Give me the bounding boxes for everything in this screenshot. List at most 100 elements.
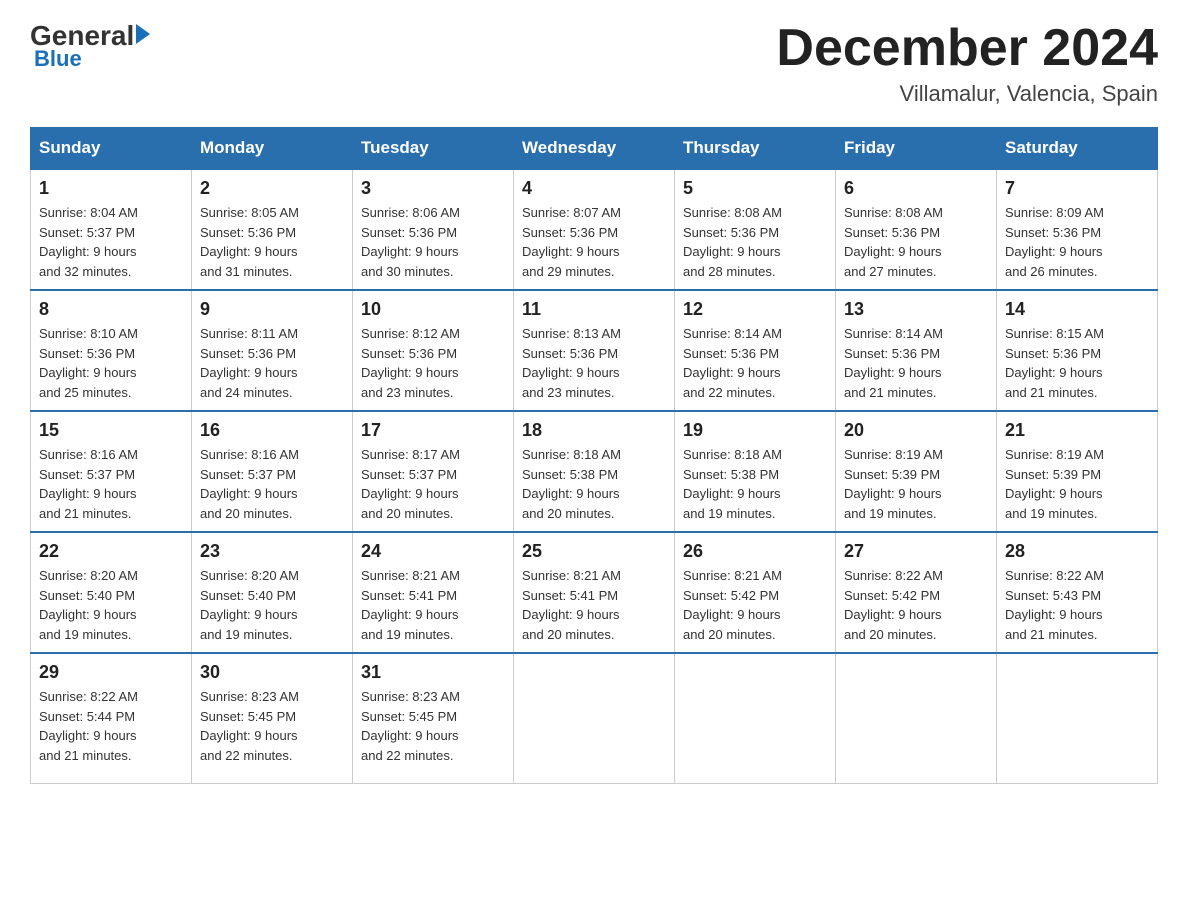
day-number: 29 — [39, 662, 183, 683]
day-info: Sunrise: 8:17 AMSunset: 5:37 PMDaylight:… — [361, 445, 505, 523]
day-number: 11 — [522, 299, 666, 320]
header-row: SundayMondayTuesdayWednesdayThursdayFrid… — [31, 128, 1158, 170]
day-info: Sunrise: 8:19 AMSunset: 5:39 PMDaylight:… — [1005, 445, 1149, 523]
logo-triangle-icon — [136, 24, 150, 44]
calendar-cell: 26Sunrise: 8:21 AMSunset: 5:42 PMDayligh… — [675, 532, 836, 653]
day-number: 6 — [844, 178, 988, 199]
calendar-cell: 22Sunrise: 8:20 AMSunset: 5:40 PMDayligh… — [31, 532, 192, 653]
day-number: 8 — [39, 299, 183, 320]
calendar-table: SundayMondayTuesdayWednesdayThursdayFrid… — [30, 127, 1158, 784]
calendar-cell: 25Sunrise: 8:21 AMSunset: 5:41 PMDayligh… — [514, 532, 675, 653]
calendar-cell: 17 Sunrise: 8:17 AMSunset: 5:37 PMDayligh… — [353, 411, 514, 532]
day-number: 27 — [844, 541, 988, 562]
day-info: Sunrise: 8:14 AMSunset: 5:36 PMDaylight:… — [844, 324, 988, 402]
calendar-cell: 29 Sunrise: 8:22 AMSunset: 5:44 PMDayligh… — [31, 653, 192, 783]
header-cell-tuesday: Tuesday — [353, 128, 514, 170]
day-info: Sunrise: 8:06 AMSunset: 5:36 PMDaylight:… — [361, 203, 505, 281]
calendar-cell: 31 Sunrise: 8:23 AMSunset: 5:45 PMDayligh… — [353, 653, 514, 783]
calendar-cell: 5 Sunrise: 8:08 AMSunset: 5:36 PMDaylight… — [675, 169, 836, 290]
week-row-3: 15Sunrise: 8:16 AMSunset: 5:37 PMDayligh… — [31, 411, 1158, 532]
day-info: Sunrise: 8:20 AMSunset: 5:40 PMDaylight:… — [200, 566, 344, 644]
calendar-cell: 20Sunrise: 8:19 AMSunset: 5:39 PMDayligh… — [836, 411, 997, 532]
calendar-cell: 11 Sunrise: 8:13 AMSunset: 5:36 PMDayligh… — [514, 290, 675, 411]
calendar-cell: 21Sunrise: 8:19 AMSunset: 5:39 PMDayligh… — [997, 411, 1158, 532]
week-row-5: 29 Sunrise: 8:22 AMSunset: 5:44 PMDayligh… — [31, 653, 1158, 783]
day-number: 5 — [683, 178, 827, 199]
header-cell-wednesday: Wednesday — [514, 128, 675, 170]
header-cell-sunday: Sunday — [31, 128, 192, 170]
day-number: 23 — [200, 541, 344, 562]
calendar-cell: 6 Sunrise: 8:08 AMSunset: 5:36 PMDaylight… — [836, 169, 997, 290]
day-info: Sunrise: 8:05 AMSunset: 5:36 PMDaylight:… — [200, 203, 344, 281]
logo: General Blue — [30, 20, 150, 72]
day-info: Sunrise: 8:08 AMSunset: 5:36 PMDaylight:… — [683, 203, 827, 281]
header-cell-friday: Friday — [836, 128, 997, 170]
day-number: 10 — [361, 299, 505, 320]
day-info: Sunrise: 8:16 AMSunset: 5:37 PMDaylight:… — [200, 445, 344, 523]
header-cell-thursday: Thursday — [675, 128, 836, 170]
week-row-1: 1Sunrise: 8:04 AMSunset: 5:37 PMDaylight… — [31, 169, 1158, 290]
calendar-cell: 9 Sunrise: 8:11 AMSunset: 5:36 PMDaylight… — [192, 290, 353, 411]
day-info: Sunrise: 8:21 AMSunset: 5:42 PMDaylight:… — [683, 566, 827, 644]
day-info: Sunrise: 8:09 AMSunset: 5:36 PMDaylight:… — [1005, 203, 1149, 281]
day-info: Sunrise: 8:22 AMSunset: 5:42 PMDaylight:… — [844, 566, 988, 644]
day-number: 17 — [361, 420, 505, 441]
day-info: Sunrise: 8:18 AMSunset: 5:38 PMDaylight:… — [683, 445, 827, 523]
day-number: 19 — [683, 420, 827, 441]
day-number: 28 — [1005, 541, 1149, 562]
title-block: December 2024 Villamalur, Valencia, Spai… — [776, 20, 1158, 107]
calendar-cell: 14Sunrise: 8:15 AMSunset: 5:36 PMDayligh… — [997, 290, 1158, 411]
week-row-4: 22 Sunrise: 8:20 AMSunset: 5:40 PMDayligh… — [31, 532, 1158, 653]
calendar-cell: 24Sunrise: 8:21 AMSunset: 5:41 PMDayligh… — [353, 532, 514, 653]
calendar-cell: 1Sunrise: 8:04 AMSunset: 5:37 PMDaylight… — [31, 169, 192, 290]
day-number: 12 — [683, 299, 827, 320]
location-subtitle: Villamalur, Valencia, Spain — [776, 81, 1158, 107]
header-cell-saturday: Saturday — [997, 128, 1158, 170]
calendar-cell: 30Sunrise: 8:23 AMSunset: 5:45 PMDayligh… — [192, 653, 353, 783]
day-info: Sunrise: 8:10 AMSunset: 5:36 PMDaylight:… — [39, 324, 183, 402]
day-number: 9 — [200, 299, 344, 320]
calendar-cell: 15Sunrise: 8:16 AMSunset: 5:37 PMDayligh… — [31, 411, 192, 532]
day-number: 22 — [39, 541, 183, 562]
day-number: 4 — [522, 178, 666, 199]
day-info: Sunrise: 8:19 AMSunset: 5:39 PMDaylight:… — [844, 445, 988, 523]
day-info: Sunrise: 8:21 AMSunset: 5:41 PMDaylight:… — [361, 566, 505, 644]
calendar-cell: 12 Sunrise: 8:14 AMSunset: 5:36 PMDayligh… — [675, 290, 836, 411]
calendar-cell — [836, 653, 997, 783]
day-info: Sunrise: 8:16 AMSunset: 5:37 PMDaylight:… — [39, 445, 183, 523]
day-number: 31 — [361, 662, 505, 683]
day-info: Sunrise: 8:14 AMSunset: 5:36 PMDaylight:… — [683, 324, 827, 402]
day-number: 16 — [200, 420, 344, 441]
calendar-body: 1Sunrise: 8:04 AMSunset: 5:37 PMDaylight… — [31, 169, 1158, 783]
day-info: Sunrise: 8:07 AMSunset: 5:36 PMDaylight:… — [522, 203, 666, 281]
day-number: 3 — [361, 178, 505, 199]
calendar-cell: 28Sunrise: 8:22 AMSunset: 5:43 PMDayligh… — [997, 532, 1158, 653]
calendar-cell: 16 Sunrise: 8:16 AMSunset: 5:37 PMDayligh… — [192, 411, 353, 532]
calendar-cell: 13 Sunrise: 8:14 AMSunset: 5:36 PMDayligh… — [836, 290, 997, 411]
calendar-cell: 27 Sunrise: 8:22 AMSunset: 5:42 PMDayligh… — [836, 532, 997, 653]
day-number: 30 — [200, 662, 344, 683]
day-info: Sunrise: 8:08 AMSunset: 5:36 PMDaylight:… — [844, 203, 988, 281]
calendar-cell: 23 Sunrise: 8:20 AMSunset: 5:40 PMDayligh… — [192, 532, 353, 653]
calendar-cell — [997, 653, 1158, 783]
day-info: Sunrise: 8:22 AMSunset: 5:44 PMDaylight:… — [39, 687, 183, 765]
month-title: December 2024 — [776, 20, 1158, 77]
calendar-cell — [514, 653, 675, 783]
day-number: 25 — [522, 541, 666, 562]
day-number: 7 — [1005, 178, 1149, 199]
calendar-cell: 8 Sunrise: 8:10 AMSunset: 5:36 PMDaylight… — [31, 290, 192, 411]
day-info: Sunrise: 8:11 AMSunset: 5:36 PMDaylight:… — [200, 324, 344, 402]
day-info: Sunrise: 8:18 AMSunset: 5:38 PMDaylight:… — [522, 445, 666, 523]
day-number: 13 — [844, 299, 988, 320]
calendar-cell: 2 Sunrise: 8:05 AMSunset: 5:36 PMDaylight… — [192, 169, 353, 290]
day-number: 2 — [200, 178, 344, 199]
day-number: 18 — [522, 420, 666, 441]
calendar-cell: 4 Sunrise: 8:07 AMSunset: 5:36 PMDaylight… — [514, 169, 675, 290]
day-info: Sunrise: 8:23 AMSunset: 5:45 PMDaylight:… — [361, 687, 505, 765]
page-header: General Blue December 2024 Villamalur, V… — [30, 20, 1158, 107]
day-number: 14 — [1005, 299, 1149, 320]
day-info: Sunrise: 8:12 AMSunset: 5:36 PMDaylight:… — [361, 324, 505, 402]
day-number: 1 — [39, 178, 183, 199]
day-info: Sunrise: 8:13 AMSunset: 5:36 PMDaylight:… — [522, 324, 666, 402]
week-row-2: 8 Sunrise: 8:10 AMSunset: 5:36 PMDaylight… — [31, 290, 1158, 411]
